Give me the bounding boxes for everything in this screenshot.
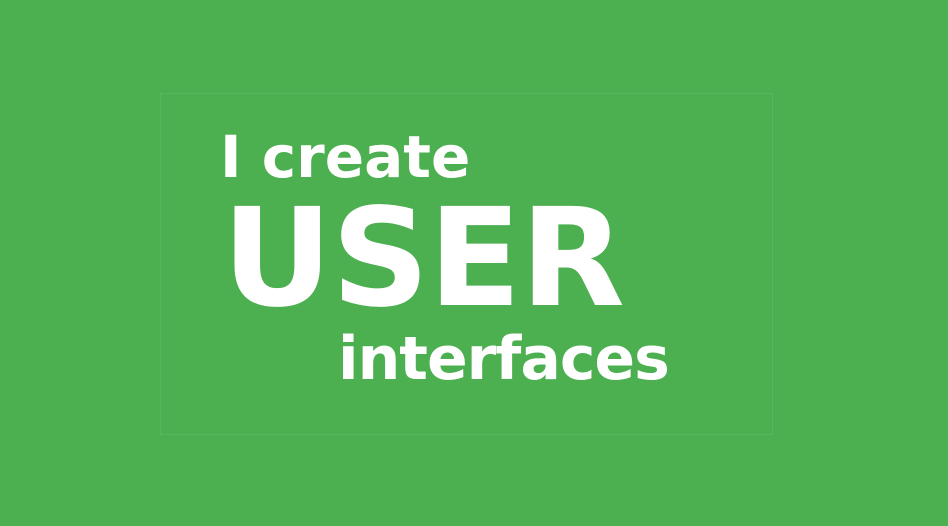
- headline-line-2: USER: [222, 180, 625, 338]
- headline-line-1: I create: [220, 123, 471, 191]
- headline-line-3: interfaces: [338, 324, 670, 394]
